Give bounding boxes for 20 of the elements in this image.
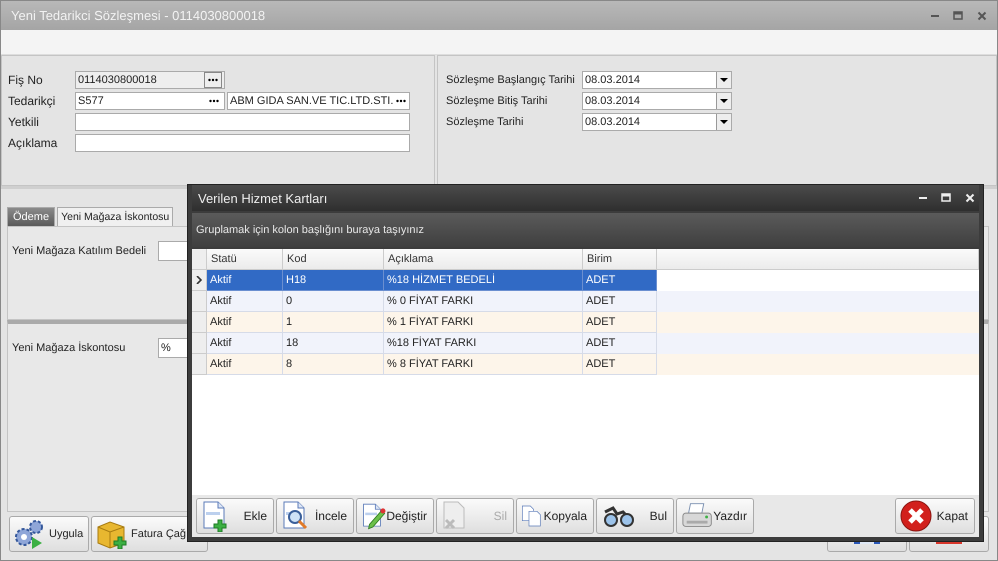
field-label: Yeni Mağaza Katılım Bedeli: [12, 245, 148, 257]
field-label: Yeni Mağaza İskontosu: [12, 342, 126, 354]
table-cell: %18 HİZMET BEDELİ: [384, 270, 583, 291]
table-cell: Aktif: [207, 354, 283, 375]
field-label: Tedarikçi: [8, 94, 56, 108]
field-label: Fiş No: [8, 73, 44, 87]
table-cell: ADET: [583, 270, 657, 291]
group-hint: Gruplamak için kolon başlığını buraya taşıyınız: [196, 224, 424, 236]
table-cell: H18: [283, 270, 384, 291]
table-cell: ADET: [583, 354, 657, 375]
table-cell: Aktif: [207, 270, 283, 291]
dialog-title: Verilen Hizmet Kartları: [198, 190, 328, 206]
table-cell: 8: [283, 354, 384, 375]
field-label: Açıklama: [8, 136, 58, 150]
field-label: Sözleşme Başlangıç Tarihi: [446, 74, 576, 86]
table-cell: % 8 FİYAT FARKI: [384, 354, 583, 375]
field-label: Sözleşme Bitiş Tarihi: [446, 95, 548, 107]
window-title: Yeni Tedarikci Sözleşmesi - 0114030800018: [11, 8, 266, 23]
field-label: Yetkili: [8, 115, 40, 129]
field-label: Sözleşme Tarihi: [446, 116, 524, 128]
